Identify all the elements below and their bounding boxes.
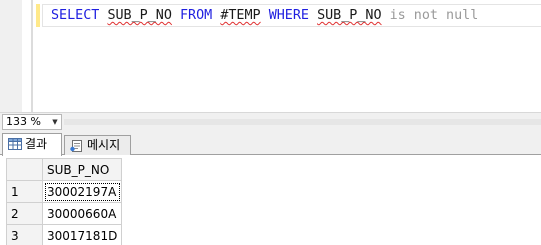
zoom-dropdown[interactable]: 133 % ▼	[2, 114, 62, 130]
cell-sub-p-no[interactable]: 30002197A	[41, 180, 123, 203]
sql-filter-column: SUB_P_NO	[317, 8, 382, 23]
cell-sub-p-no[interactable]: 30017181D	[41, 224, 123, 245]
cell-sub-p-no[interactable]: 30000660A	[41, 202, 123, 225]
results-grid[interactable]: SUB_P_NO 1 30002197A 2 30000660A 3 30017…	[0, 156, 541, 245]
sql-keyword-select: SELECT	[51, 8, 100, 23]
table-row[interactable]: 2 30000660A	[6, 202, 123, 225]
row-number[interactable]: 3	[6, 224, 43, 245]
sql-condition: is not null	[389, 8, 479, 23]
zoom-value: 133 %	[6, 115, 41, 128]
sql-table: #TEMP	[220, 8, 261, 23]
grid-corner[interactable]	[6, 158, 43, 181]
line-gutter	[0, 0, 22, 112]
row-number[interactable]: 1	[6, 180, 43, 203]
sql-statement[interactable]: SELECT SUB_P_NO FROM #TEMP WHERE SUB_P_N…	[51, 6, 478, 26]
tab-messages-label: 메시지	[87, 138, 121, 152]
tab-results[interactable]: 결과	[2, 133, 62, 156]
tab-messages[interactable]: 메시지	[64, 135, 131, 155]
tab-results-label: 결과	[25, 137, 48, 151]
messages-icon	[70, 140, 82, 152]
column-header[interactable]: SUB_P_NO	[41, 158, 123, 181]
header-row: SUB_P_NO	[6, 158, 123, 181]
sql-keyword-from: FROM	[180, 8, 213, 23]
gutter-divider	[31, 0, 33, 112]
chevron-down-icon[interactable]: ▼	[49, 115, 61, 129]
results-table: SUB_P_NO 1 30002197A 2 30000660A 3 30017…	[6, 158, 123, 245]
sql-keyword-where: WHERE	[268, 8, 309, 23]
row-number[interactable]: 2	[6, 202, 43, 225]
change-marker	[36, 4, 40, 27]
ssms-query-window: SELECT SUB_P_NO FROM #TEMP WHERE SUB_P_N…	[0, 0, 541, 245]
table-row[interactable]: 3 30017181D	[6, 224, 123, 245]
query-editor[interactable]: SELECT SUB_P_NO FROM #TEMP WHERE SUB_P_N…	[0, 0, 541, 112]
table-row[interactable]: 1 30002197A	[6, 180, 123, 203]
results-tabstrip: 결과 메시지	[0, 130, 541, 156]
zoom-bar: 133 % ▼	[0, 112, 541, 130]
grid-icon	[8, 138, 22, 150]
horizontal-scrollbar[interactable]	[64, 119, 541, 125]
sql-column: SUB_P_NO	[107, 8, 172, 23]
